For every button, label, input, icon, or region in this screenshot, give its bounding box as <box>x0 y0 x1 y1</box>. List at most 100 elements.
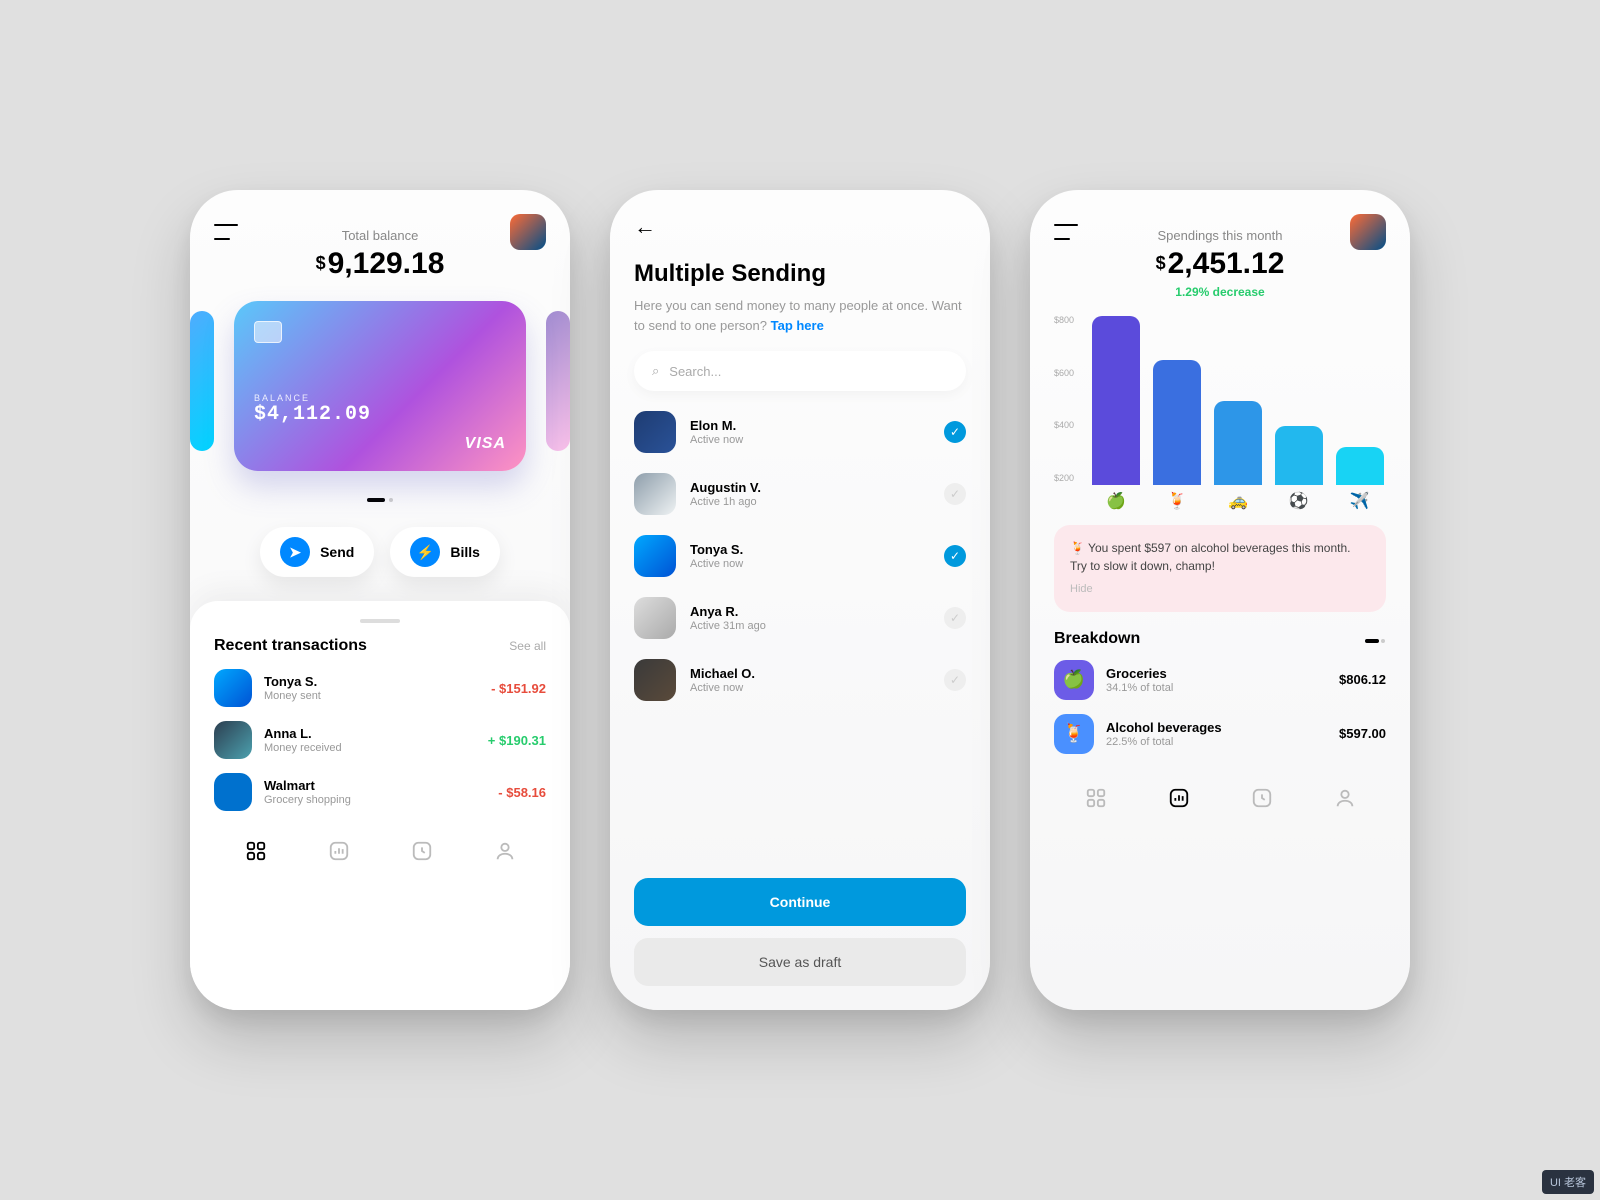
tap-here-link[interactable]: Tap here <box>771 318 824 333</box>
save-draft-button[interactable]: Save as draft <box>634 938 966 986</box>
spending-amount: $2,451.12 <box>1054 247 1386 281</box>
transaction-sub: Money sent <box>264 690 479 702</box>
breakdown-amount: $597.00 <box>1339 726 1386 741</box>
contact-status: Active now <box>690 434 930 446</box>
breakdown-sub: 22.5% of total <box>1106 736 1327 748</box>
nav-profile-icon[interactable] <box>1333 786 1357 810</box>
nav-stats-icon[interactable] <box>327 839 351 863</box>
continue-button[interactable]: Continue <box>634 878 966 926</box>
contact-avatar <box>634 659 676 701</box>
nav-history-icon[interactable] <box>410 839 434 863</box>
send-screen: ← Multiple Sending Here you can send mon… <box>610 190 990 1010</box>
category-icon: 🍏 <box>1106 491 1126 515</box>
chart-bar[interactable]: 🍹 <box>1153 360 1201 515</box>
nav-stats-icon[interactable] <box>1167 786 1191 810</box>
search-icon: ⌕ <box>652 363 659 379</box>
nav-profile-icon[interactable] <box>493 839 517 863</box>
breakdown-name: Alcohol beverages <box>1106 720 1327 735</box>
bills-button[interactable]: ⚡ Bills <box>390 527 500 577</box>
transaction-sub: Grocery shopping <box>264 794 486 806</box>
watermark: UI 老客 <box>1542 1170 1594 1194</box>
breakdown-title: Breakdown <box>1054 630 1140 648</box>
card-prev[interactable] <box>190 311 214 451</box>
merchant-avatar <box>214 669 252 707</box>
contact-avatar <box>634 535 676 577</box>
category-icon: ✈️ <box>1350 491 1370 515</box>
contact-name: Anya R. <box>690 604 930 619</box>
alert-hide-link[interactable]: Hide <box>1070 581 1370 598</box>
category-icon: 🍹 <box>1167 491 1187 515</box>
transaction-amount: - $58.16 <box>498 785 546 800</box>
contact-status: Active now <box>690 682 930 694</box>
breakdown-sub: 34.1% of total <box>1106 682 1327 694</box>
contact-row[interactable]: Anya R.Active 31m ago ✓ <box>634 597 966 639</box>
breakdown-amount: $806.12 <box>1339 672 1386 687</box>
transaction-row[interactable]: Tonya S.Money sent - $151.92 <box>214 669 546 707</box>
nav-home-icon[interactable] <box>244 839 268 863</box>
home-screen: Total balance $9,129.18 BALANCE $4,112.0… <box>190 190 570 1010</box>
transaction-name: Anna L. <box>264 726 476 741</box>
search-placeholder: Search... <box>669 364 721 379</box>
view-toggle[interactable] <box>1364 630 1386 648</box>
contact-avatar <box>634 411 676 453</box>
y-tick: $600 <box>1054 368 1090 378</box>
contact-checkbox[interactable]: ✓ <box>944 421 966 443</box>
contact-avatar <box>634 597 676 639</box>
search-input[interactable]: ⌕ Search... <box>634 351 966 391</box>
contact-avatar <box>634 473 676 515</box>
contact-checkbox[interactable]: ✓ <box>944 545 966 567</box>
spending-chart: $800$600$400$200 🍏🍹🚕⚽✈️ <box>1054 315 1386 515</box>
transaction-amount: + $190.31 <box>488 733 546 748</box>
contact-name: Michael O. <box>690 666 930 681</box>
credit-card[interactable]: BALANCE $4,112.09 VISA <box>234 301 526 471</box>
chart-bar[interactable]: ⚽ <box>1275 426 1323 515</box>
breakdown-row[interactable]: 🍏 Groceries34.1% of total $806.12 <box>1054 660 1386 700</box>
card-next[interactable] <box>546 311 570 451</box>
send-icon: ➤ <box>280 537 310 567</box>
see-all-link[interactable]: See all <box>509 639 546 653</box>
page-description: Here you can send money to many people a… <box>634 296 966 335</box>
contact-row[interactable]: Michael O.Active now ✓ <box>634 659 966 701</box>
back-icon[interactable]: ← <box>634 214 966 240</box>
transaction-row[interactable]: Anna L.Money received + $190.31 <box>214 721 546 759</box>
chart-bar[interactable]: 🍏 <box>1092 316 1140 515</box>
chart-bar[interactable]: ✈️ <box>1336 447 1384 515</box>
transaction-name: Tonya S. <box>264 674 479 689</box>
balance-label: Total balance <box>214 228 546 243</box>
category-icon: 🚕 <box>1228 491 1248 515</box>
sheet-handle[interactable] <box>360 619 400 623</box>
contact-checkbox[interactable]: ✓ <box>944 669 966 691</box>
contact-row[interactable]: Elon M.Active now ✓ <box>634 411 966 453</box>
contact-row[interactable]: Tonya S.Active now ✓ <box>634 535 966 577</box>
contact-row[interactable]: Augustin V.Active 1h ago ✓ <box>634 473 966 515</box>
breakdown-name: Groceries <box>1106 666 1327 681</box>
contact-name: Augustin V. <box>690 480 930 495</box>
y-tick: $400 <box>1054 420 1090 430</box>
contact-status: Active 1h ago <box>690 496 930 508</box>
chart-bar[interactable]: 🚕 <box>1214 401 1262 515</box>
category-icon: 🍏 <box>1054 660 1094 700</box>
transaction-row[interactable]: WalmartGrocery shopping - $58.16 <box>214 773 546 811</box>
merchant-avatar <box>214 721 252 759</box>
send-button[interactable]: ➤ Send <box>260 527 374 577</box>
transaction-name: Walmart <box>264 778 486 793</box>
card-pagination[interactable] <box>214 489 546 507</box>
nav-history-icon[interactable] <box>1250 786 1274 810</box>
merchant-avatar <box>214 773 252 811</box>
change-text: 1.29% decrease <box>1054 285 1386 299</box>
breakdown-row[interactable]: 🍹 Alcohol beverages22.5% of total $597.0… <box>1054 714 1386 754</box>
category-icon: 🍹 <box>1054 714 1094 754</box>
chip-icon <box>254 321 282 343</box>
page-title: Multiple Sending <box>634 260 966 288</box>
bolt-icon: ⚡ <box>410 537 440 567</box>
nav-home-icon[interactable] <box>1084 786 1108 810</box>
card-balance: $4,112.09 <box>254 403 506 426</box>
contact-checkbox[interactable]: ✓ <box>944 483 966 505</box>
spending-screen: Spendings this month $2,451.12 1.29% dec… <box>1030 190 1410 1010</box>
card-brand: VISA <box>465 435 506 453</box>
contact-checkbox[interactable]: ✓ <box>944 607 966 629</box>
contact-name: Tonya S. <box>690 542 930 557</box>
transaction-sub: Money received <box>264 742 476 754</box>
transaction-amount: - $151.92 <box>491 681 546 696</box>
spending-label: Spendings this month <box>1054 228 1386 243</box>
